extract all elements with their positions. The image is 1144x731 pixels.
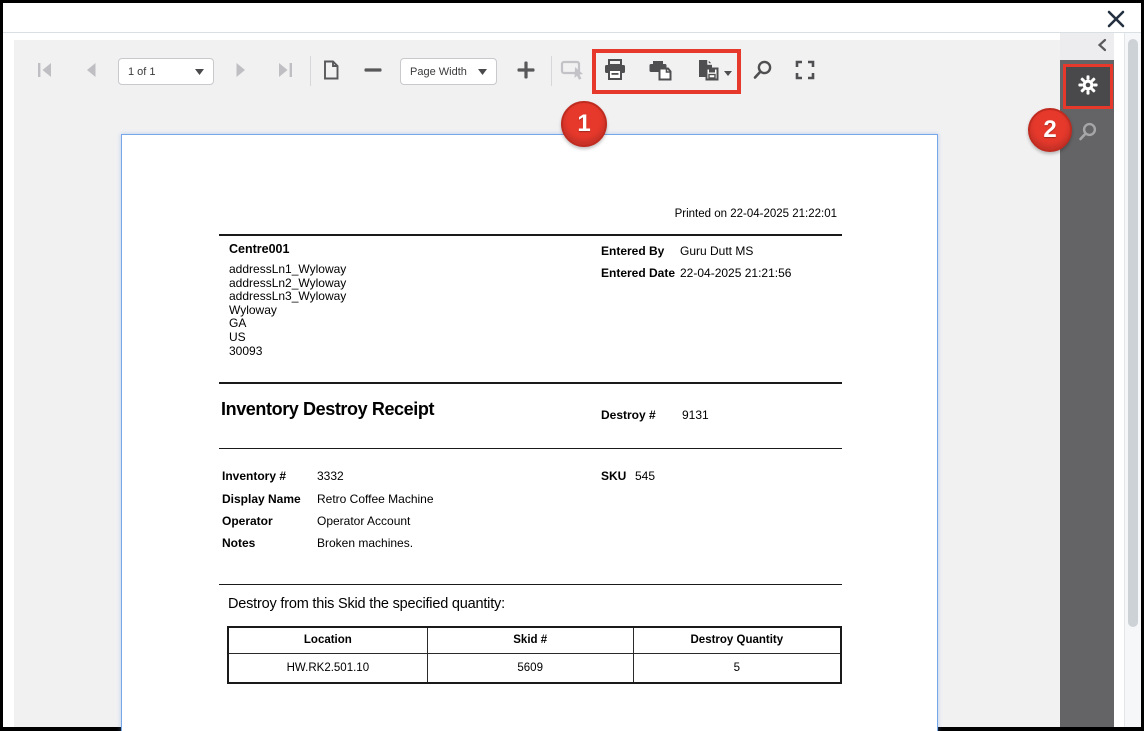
chevron-down-icon bbox=[195, 66, 204, 78]
report-title: Inventory Destroy Receipt bbox=[221, 399, 434, 420]
entered-date-label: Entered Date bbox=[601, 266, 675, 280]
sidebar-dark-bar bbox=[1060, 60, 1117, 727]
address-line: US bbox=[229, 331, 346, 345]
field-value: Retro Coffee Machine bbox=[317, 492, 434, 506]
close-button[interactable] bbox=[1103, 7, 1129, 33]
entered-by-label: Entered By bbox=[601, 244, 664, 258]
table-header-row: Location Skid # Destroy Quantity bbox=[228, 627, 841, 653]
divider bbox=[219, 584, 842, 585]
print-button[interactable] bbox=[598, 54, 632, 88]
divider bbox=[219, 448, 842, 449]
settings-button[interactable] bbox=[1063, 64, 1113, 109]
address-line: addressLn1_Wyloway bbox=[229, 263, 346, 277]
address-block: addressLn1_Wyloway addressLn2_Wyloway ad… bbox=[229, 263, 346, 358]
previous-page-icon bbox=[80, 59, 102, 84]
column-header: Skid # bbox=[427, 627, 633, 653]
column-header: Destroy Quantity bbox=[633, 627, 841, 653]
sku-value: 545 bbox=[635, 469, 655, 483]
divider bbox=[219, 234, 842, 236]
destroy-number-label: Destroy # bbox=[601, 408, 656, 422]
entered-date-value: 22-04-2025 21:21:56 bbox=[680, 266, 791, 280]
titlebar bbox=[3, 3, 1141, 32]
toolbar-separator bbox=[551, 56, 552, 86]
collapse-sidebar-button[interactable] bbox=[1096, 38, 1108, 55]
last-page-button[interactable] bbox=[268, 54, 302, 88]
export-button[interactable] bbox=[691, 54, 735, 88]
titlebar-divider bbox=[3, 32, 1141, 33]
plus-icon bbox=[515, 59, 537, 84]
printer-icon bbox=[602, 57, 628, 86]
report-page: Printed on 22-04-2025 21:22:01 Centre001… bbox=[121, 134, 938, 731]
save-export-icon bbox=[695, 57, 721, 86]
toolbar-separator bbox=[310, 56, 311, 86]
callout-badge-1: 1 bbox=[561, 101, 607, 147]
vertical-scrollbar[interactable] bbox=[1124, 33, 1141, 727]
address-line: Wyloway bbox=[229, 304, 346, 318]
sku-label: SKU bbox=[601, 469, 626, 483]
print-preview-button[interactable] bbox=[643, 54, 677, 88]
field-value: 3332 bbox=[317, 469, 344, 483]
field-value: Operator Account bbox=[317, 514, 410, 528]
viewer-panel: 1 of 1 bbox=[14, 40, 1060, 727]
destroy-table: Location Skid # Destroy Quantity HW.RK2.… bbox=[227, 626, 842, 684]
minus-icon bbox=[362, 59, 384, 84]
fullscreen-button[interactable] bbox=[788, 54, 822, 88]
report-viewer-window: 1 of 1 bbox=[0, 0, 1144, 731]
divider bbox=[219, 382, 842, 384]
next-page-button[interactable] bbox=[224, 54, 258, 88]
window-frame: 1 of 1 bbox=[3, 3, 1141, 727]
field-value: Broken machines. bbox=[317, 536, 413, 550]
chevron-down-icon bbox=[724, 64, 732, 79]
field-label: Display Name bbox=[222, 492, 301, 506]
destroy-number-value: 9131 bbox=[682, 408, 709, 422]
chevron-down-icon bbox=[478, 66, 487, 78]
whole-page-button[interactable] bbox=[314, 54, 348, 88]
field-label: Notes bbox=[222, 536, 255, 550]
sidebar-header bbox=[1060, 33, 1117, 60]
scrollbar-thumb[interactable] bbox=[1128, 39, 1138, 627]
page-number-select[interactable]: 1 of 1 bbox=[118, 58, 214, 85]
magnifier-icon bbox=[1076, 120, 1100, 147]
table-cell: HW.RK2.501.10 bbox=[228, 653, 427, 683]
page-number-value: 1 of 1 bbox=[128, 66, 156, 78]
next-page-icon bbox=[230, 59, 252, 84]
sidebar-search-button[interactable] bbox=[1072, 117, 1104, 149]
section-title: Destroy from this Skid the specified qua… bbox=[228, 596, 505, 612]
selection-pointer-icon bbox=[560, 58, 586, 85]
address-line: 30093 bbox=[229, 345, 346, 359]
address-line: GA bbox=[229, 317, 346, 331]
magnifier-icon bbox=[751, 58, 775, 85]
toolbar: 1 of 1 bbox=[14, 40, 1060, 102]
address-line: addressLn2_Wyloway bbox=[229, 277, 346, 291]
search-button[interactable] bbox=[746, 54, 780, 88]
toggle-selection-button[interactable] bbox=[556, 54, 590, 88]
zoom-out-button[interactable] bbox=[356, 54, 390, 88]
scrollbar-gap bbox=[1114, 33, 1124, 727]
zoom-mode-value: Page Width bbox=[410, 66, 467, 78]
field-label: Operator bbox=[222, 514, 273, 528]
printer-page-icon bbox=[647, 57, 673, 86]
field-label: Inventory # bbox=[222, 469, 286, 483]
table-cell: 5 bbox=[633, 653, 841, 683]
first-page-icon bbox=[34, 59, 56, 84]
printed-on-text: Printed on 22-04-2025 21:22:01 bbox=[675, 208, 837, 220]
close-icon bbox=[1105, 18, 1127, 33]
whole-page-icon bbox=[320, 59, 342, 84]
zoom-in-button[interactable] bbox=[509, 54, 543, 88]
address-line: addressLn3_Wyloway bbox=[229, 290, 346, 304]
entered-by-value: Guru Dutt MS bbox=[680, 244, 753, 258]
first-page-button[interactable] bbox=[28, 54, 62, 88]
chevron-left-icon bbox=[1096, 40, 1108, 55]
previous-page-button[interactable] bbox=[74, 54, 108, 88]
last-page-icon bbox=[274, 59, 296, 84]
table-cell: 5609 bbox=[427, 653, 633, 683]
table-row: HW.RK2.501.10 5609 5 bbox=[228, 653, 841, 683]
gear-icon bbox=[1076, 73, 1100, 100]
column-header: Location bbox=[228, 627, 427, 653]
zoom-mode-select[interactable]: Page Width bbox=[400, 58, 497, 85]
callout-badge-2: 2 bbox=[1028, 108, 1072, 152]
fullscreen-brackets-icon bbox=[793, 58, 817, 85]
centre-name: Centre001 bbox=[229, 242, 289, 256]
